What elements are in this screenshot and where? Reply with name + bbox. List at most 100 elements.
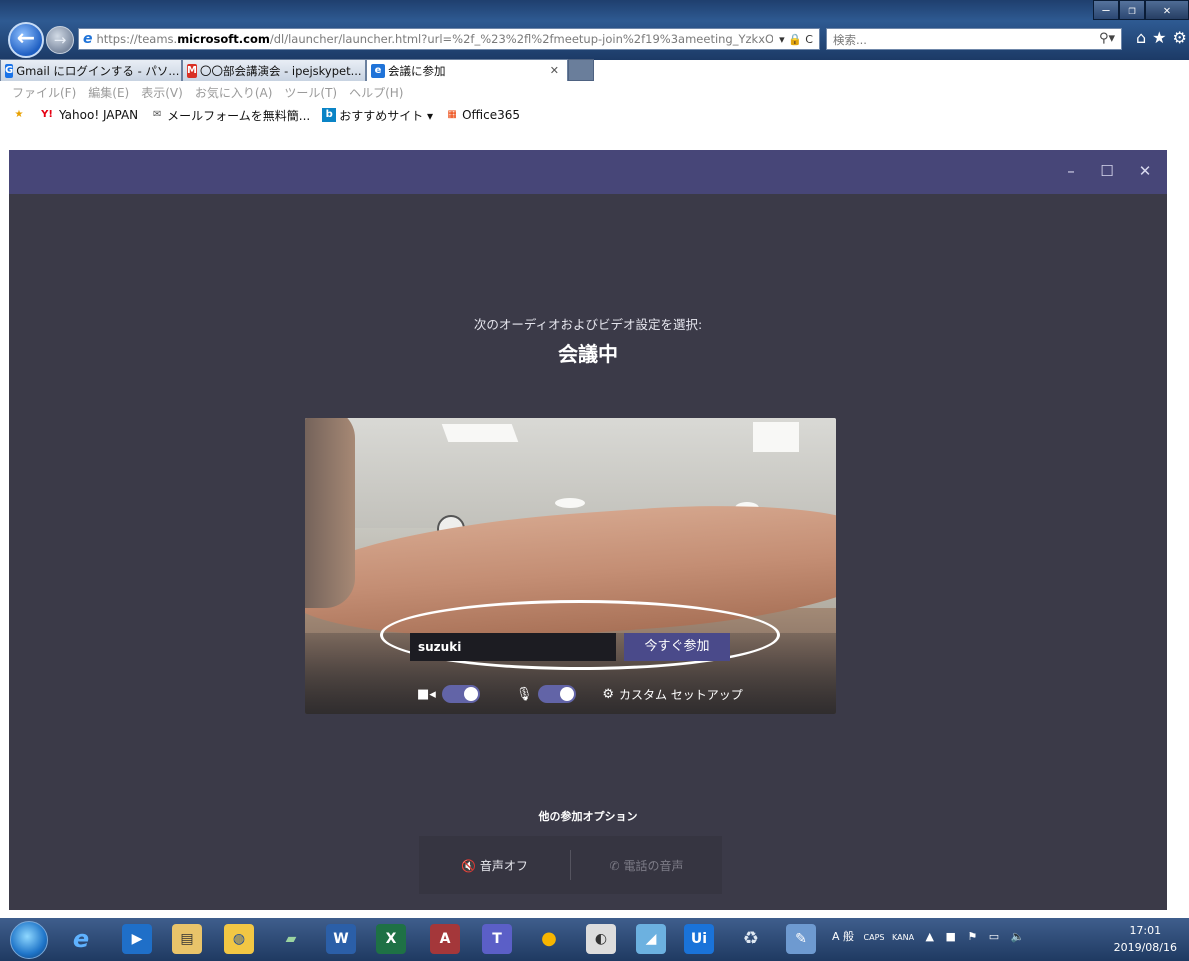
media-player-icon[interactable]: ▶ xyxy=(122,924,152,954)
teams-minimize-button[interactable]: – xyxy=(1061,162,1081,180)
app-icon[interactable]: ▰ xyxy=(276,924,306,954)
app-icon[interactable]: ◢ xyxy=(636,924,666,954)
flag-icon[interactable]: ⚑ xyxy=(967,930,977,943)
mail-icon: ✉ xyxy=(152,109,162,120)
recycle-bin-icon[interactable]: ♻ xyxy=(736,924,766,954)
menu-view[interactable]: 表示(V) xyxy=(141,84,183,100)
system-clock[interactable]: 17:01 2019/08/16 xyxy=(1114,922,1177,956)
other-options-heading: 他の参加オプション xyxy=(538,810,638,823)
bing-icon: b xyxy=(322,108,337,122)
address-bar[interactable]: e https://teams.microsoft.com/dl/launche… xyxy=(78,28,820,50)
google-icon: G xyxy=(5,63,14,78)
ie-taskbar-icon[interactable]: e xyxy=(66,924,96,954)
tab-close-icon[interactable]: ✕ xyxy=(546,64,563,77)
join-now-button[interactable]: 今すぐ参加 xyxy=(624,633,730,661)
browser-titlebar: – ❐ ✕ ← → e https://teams.microsoft.com/… xyxy=(0,0,1189,60)
av-controls: ■◂ 🎙 ⚙ カスタム セットアップ xyxy=(417,683,743,705)
page-background xyxy=(0,127,1189,149)
taskbar: e ▶ ▤ ◍ ▰ W X A T ● ◐ ◢ Ui ♻ ✎ A 般 CAPS … xyxy=(0,918,1189,961)
forward-button[interactable]: → xyxy=(46,26,74,54)
toggle-knob xyxy=(463,687,478,701)
arm-in-view xyxy=(305,418,355,608)
menu-file[interactable]: ファイル(F) xyxy=(12,84,76,100)
app-icon[interactable]: ◍ xyxy=(224,924,254,954)
browser-toolbar-icons: ⌂★⚙ xyxy=(1136,28,1189,47)
speaker-muted-icon: 🔇 xyxy=(461,858,477,873)
menu-help[interactable]: ヘルプ(H) xyxy=(349,84,403,100)
favorites-star-add-icon[interactable]: ★ xyxy=(12,108,26,122)
uipath-icon[interactable]: Ui xyxy=(684,924,714,954)
microphone-toggle[interactable] xyxy=(538,685,577,703)
menu-edit[interactable]: 編集(E) xyxy=(88,84,129,100)
close-button[interactable]: ✕ xyxy=(1145,0,1189,20)
tab-ipejskypet[interactable]: M 〇〇部会講演会 - ipejskypet... xyxy=(182,59,366,81)
search-icon[interactable]: ⚲▾ xyxy=(1099,31,1115,46)
phone-audio-button[interactable]: ✆ 電話の音声 xyxy=(571,857,722,874)
access-icon[interactable]: A xyxy=(430,924,460,954)
office-icon: ▦ xyxy=(447,109,457,120)
paint-icon[interactable]: ✎ xyxy=(786,924,816,954)
ceiling-light xyxy=(555,498,585,508)
window-controls: – ❐ ✕ xyxy=(1093,0,1189,22)
system-tray: A 般 CAPS KANA ▲ ■ ⚑ ▭ 🔈 xyxy=(832,928,1024,944)
search-input[interactable]: 検索... ⚲▾ xyxy=(826,28,1122,50)
app-icon[interactable]: ● xyxy=(534,924,564,954)
teams-maximize-button[interactable]: ☐ xyxy=(1097,162,1117,180)
word-icon[interactable]: W xyxy=(326,924,356,954)
ime-icon[interactable]: A 般 xyxy=(832,930,854,943)
arrow-left-icon: ← xyxy=(16,26,36,51)
network-icon[interactable]: ▭ xyxy=(989,930,999,943)
ceiling-light xyxy=(753,422,799,452)
teams-titlebar: – ☐ ✕ xyxy=(9,150,1167,194)
custom-setup-link[interactable]: カスタム セットアップ xyxy=(619,686,743,703)
tab-join-meeting[interactable]: e 会議に参加 ✕ xyxy=(366,59,568,81)
toggle-knob xyxy=(560,687,575,701)
tray-expand-icon[interactable]: ▲ xyxy=(926,930,934,943)
kana-indicator: KANA xyxy=(892,933,915,942)
teams-tray-icon[interactable]: ■ xyxy=(946,930,956,943)
restore-button[interactable]: ❐ xyxy=(1119,0,1145,20)
teams-window: – ☐ ✕ 次のオーディオおよびビデオ設定を選択: 会議中 今すぐ参加 ■◂ 🎙… xyxy=(9,150,1167,910)
microphone-icon: 🎙 xyxy=(515,686,533,702)
phone-icon: ✆ xyxy=(609,858,620,873)
meeting-title: 会議中 xyxy=(558,342,618,366)
arrow-right-icon: → xyxy=(53,31,67,49)
app-icon[interactable]: ◐ xyxy=(586,924,616,954)
ie-page-icon: e xyxy=(83,31,93,47)
excel-icon[interactable]: X xyxy=(376,924,406,954)
teams-close-button[interactable]: ✕ xyxy=(1135,162,1155,180)
camera-icon: ■◂ xyxy=(417,686,436,702)
start-button[interactable] xyxy=(10,921,48,959)
gear-icon[interactable]: ⚙ xyxy=(602,687,614,702)
fav-recommended[interactable]: b おすすめサイト ▾ xyxy=(322,107,433,124)
url-text: https://teams.microsoft.com/dl/launcher/… xyxy=(96,32,774,46)
file-explorer-icon[interactable]: ▤ xyxy=(172,924,202,954)
settings-prompt: 次のオーディオおよびビデオ設定を選択: xyxy=(473,317,703,332)
tab-strip: G Gmail にログインする - パソ... M 〇〇部会講演会 - ipej… xyxy=(0,59,594,81)
new-tab-button[interactable] xyxy=(568,59,594,81)
audio-off-button[interactable]: 🔇 音声オフ xyxy=(419,857,570,874)
name-input[interactable] xyxy=(410,633,616,661)
back-button[interactable]: ← xyxy=(8,22,44,58)
fav-office365[interactable]: ▦ Office365 xyxy=(445,108,520,122)
address-tools[interactable]: ▾ 🔒 C xyxy=(773,33,819,46)
clock-date: 2019/08/16 xyxy=(1113,941,1177,954)
teams-taskbar-icon[interactable]: T xyxy=(482,924,512,954)
favorites-star-icon[interactable]: ★ xyxy=(1152,28,1172,47)
minimize-button[interactable]: – xyxy=(1093,0,1119,20)
tab-gmail[interactable]: G Gmail にログインする - パソ... xyxy=(0,59,182,81)
ie-tab-icon: e xyxy=(371,63,385,78)
menu-tools[interactable]: ツール(T) xyxy=(284,84,337,100)
yahoo-icon: Y! xyxy=(41,109,53,120)
home-icon[interactable]: ⌂ xyxy=(1136,28,1152,47)
clock-time: 17:01 xyxy=(1129,924,1162,937)
fav-yahoo[interactable]: Y! Yahoo! JAPAN xyxy=(38,108,138,122)
settings-gear-icon[interactable]: ⚙ xyxy=(1173,28,1189,47)
fav-mailform[interactable]: ✉ メールフォームを無料簡... xyxy=(150,107,310,124)
camera-toggle[interactable] xyxy=(441,685,480,703)
caps-indicator: CAPS xyxy=(863,933,885,942)
ceiling-light xyxy=(441,424,519,442)
menu-favorites[interactable]: お気に入り(A) xyxy=(195,84,273,100)
speaker-icon[interactable]: 🔈 xyxy=(1011,930,1025,943)
menu-bar: ファイル(F) 編集(E) 表示(V) お気に入り(A) ツール(T) ヘルプ(… xyxy=(0,81,1189,103)
